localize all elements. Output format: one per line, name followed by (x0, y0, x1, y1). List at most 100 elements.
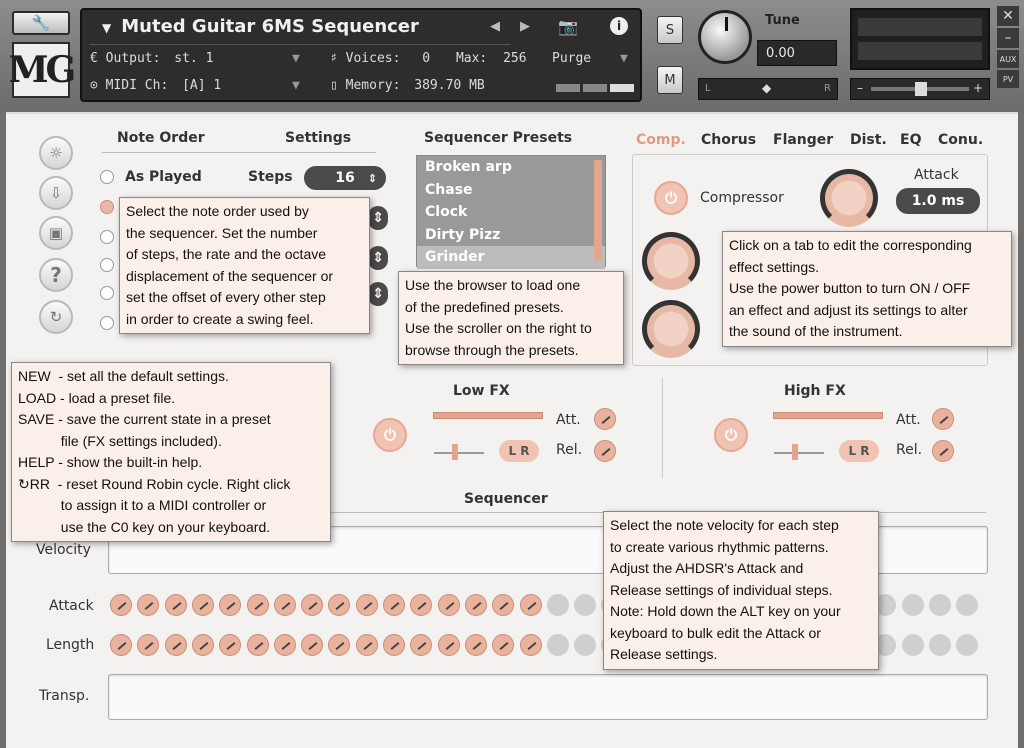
step-dial[interactable] (110, 594, 132, 616)
wrench-icon[interactable]: 🔧 (12, 11, 70, 35)
preset-item[interactable]: Chase (417, 179, 605, 202)
step-dial[interactable] (246, 594, 269, 616)
step-dial[interactable] (464, 634, 487, 656)
step-dial[interactable] (219, 634, 242, 656)
plus-icon[interactable]: + (973, 81, 983, 95)
new-icon[interactable]: ☼ (39, 136, 73, 170)
compressor-knob[interactable] (820, 169, 878, 227)
radio-as-played[interactable] (100, 170, 114, 184)
step-dial[interactable] (273, 594, 296, 616)
radio-note-order-2[interactable] (100, 200, 114, 214)
minimize-icon[interactable]: – (997, 28, 1019, 48)
prev-arrow-icon[interactable]: ◀ (490, 19, 500, 34)
step-dial[interactable] (519, 634, 542, 656)
step-dial[interactable] (437, 594, 460, 616)
step-dial-inactive[interactable] (929, 594, 951, 616)
camera-icon[interactable]: 📷 (558, 17, 578, 36)
step-dial-inactive[interactable] (546, 594, 569, 616)
tab-conu[interactable]: Conu. (938, 132, 983, 148)
load-icon[interactable]: ⇩ (39, 176, 73, 210)
compressor-power-button[interactable]: ⏻ (654, 181, 688, 215)
pan-handle-icon[interactable]: ◆ (762, 81, 771, 95)
purge-button[interactable]: Purge (552, 51, 591, 66)
step-dial-inactive[interactable] (546, 634, 569, 656)
radio-note-order-4[interactable] (100, 258, 114, 272)
preset-item[interactable]: Broken arp (417, 156, 605, 179)
volume-slider[interactable]: – + (850, 78, 990, 100)
step-dial[interactable] (219, 594, 242, 616)
solo-button[interactable]: S (657, 16, 683, 44)
tab-settings[interactable]: Settings (285, 130, 351, 146)
info-icon[interactable]: i (610, 17, 628, 35)
step-dial[interactable] (492, 594, 515, 616)
step-dial[interactable] (164, 634, 187, 656)
high-fx-att-dial[interactable] (932, 408, 954, 430)
step-dial[interactable] (137, 634, 160, 656)
mute-button[interactable]: M (657, 66, 683, 94)
step-dial-inactive[interactable] (901, 634, 924, 656)
step-dial[interactable] (246, 634, 269, 656)
step-dial[interactable] (492, 634, 515, 656)
threshold-knob[interactable] (642, 232, 700, 290)
output-dropdown-icon[interactable]: ▼ (292, 51, 300, 66)
close-icon[interactable]: ✕ (997, 6, 1019, 26)
step-dial[interactable] (164, 594, 187, 616)
output-row[interactable]: € Output: st. 1 (90, 51, 213, 66)
preset-item[interactable]: Clock (417, 201, 605, 224)
aux-button[interactable]: AUX (997, 50, 1019, 68)
step-dial[interactable] (301, 594, 324, 616)
tab-flanger[interactable]: Flanger (773, 132, 833, 148)
step-dial[interactable] (383, 594, 405, 616)
step-dial[interactable] (328, 594, 351, 616)
step-dial[interactable] (519, 594, 542, 616)
preset-item[interactable]: Grinder (417, 246, 605, 269)
midi-dropdown-icon[interactable]: ▼ (292, 78, 300, 93)
step-dial-inactive[interactable] (574, 594, 597, 616)
high-fx-level-slider[interactable] (773, 412, 883, 419)
minus-icon[interactable]: – (857, 81, 863, 95)
low-fx-pan-handle[interactable] (452, 444, 458, 460)
pan-slider[interactable]: L ◆ R (698, 78, 838, 100)
preset-item[interactable]: Dirty Pizz (417, 224, 605, 247)
volume-handle[interactable] (915, 82, 927, 96)
step-dial[interactable] (191, 594, 214, 616)
max-voices-value[interactable]: 256 (503, 51, 526, 66)
step-dial-inactive[interactable] (901, 594, 924, 616)
low-fx-power-button[interactable]: ⏻ (373, 418, 407, 452)
step-dial[interactable] (410, 594, 433, 616)
step-dial-inactive[interactable] (929, 634, 951, 656)
octave-selector[interactable]: ⇕ (368, 246, 388, 270)
tune-value[interactable]: 0.00 (757, 40, 837, 66)
high-fx-lr-button[interactable]: L R (839, 440, 879, 462)
step-dial[interactable] (355, 634, 378, 656)
steps-selector[interactable]: 16 ⇕ (304, 166, 386, 190)
attack-value[interactable]: 1.0 ms (896, 188, 980, 214)
purge-dropdown-icon[interactable]: ▼ (620, 51, 628, 66)
swing-selector[interactable]: ⇕ (368, 282, 388, 306)
tab-note-order[interactable]: Note Order (117, 130, 205, 146)
tab-chorus[interactable]: Chorus (701, 132, 756, 148)
next-arrow-icon[interactable]: ▶ (520, 19, 530, 34)
step-dial[interactable] (410, 634, 433, 656)
step-dial[interactable] (110, 634, 132, 656)
pv-button[interactable]: PV (997, 70, 1019, 88)
ratio-knob[interactable] (642, 300, 700, 358)
tab-comp[interactable]: Comp. (636, 132, 686, 148)
step-dial[interactable] (355, 594, 378, 616)
preset-scrollbar[interactable] (594, 160, 602, 260)
reset-rr-icon[interactable]: ↻ (39, 300, 73, 334)
tune-knob[interactable] (698, 10, 752, 64)
step-dial-inactive[interactable] (956, 594, 979, 616)
midi-channel-row[interactable]: ⊙ MIDI Ch: [A] 1 (90, 78, 221, 93)
low-fx-att-dial[interactable] (594, 408, 616, 430)
high-fx-power-button[interactable]: ⏻ (714, 418, 748, 452)
step-dial[interactable] (273, 634, 296, 656)
low-fx-pan-slider[interactable] (434, 452, 484, 454)
radio-note-order-5[interactable] (100, 286, 114, 300)
low-fx-rel-dial[interactable] (594, 440, 616, 462)
step-dial[interactable] (137, 594, 160, 616)
save-icon[interactable]: ▣ (39, 216, 73, 250)
high-fx-rel-dial[interactable] (932, 440, 954, 462)
radio-note-order-6[interactable] (100, 316, 114, 330)
radio-note-order-3[interactable] (100, 230, 114, 244)
